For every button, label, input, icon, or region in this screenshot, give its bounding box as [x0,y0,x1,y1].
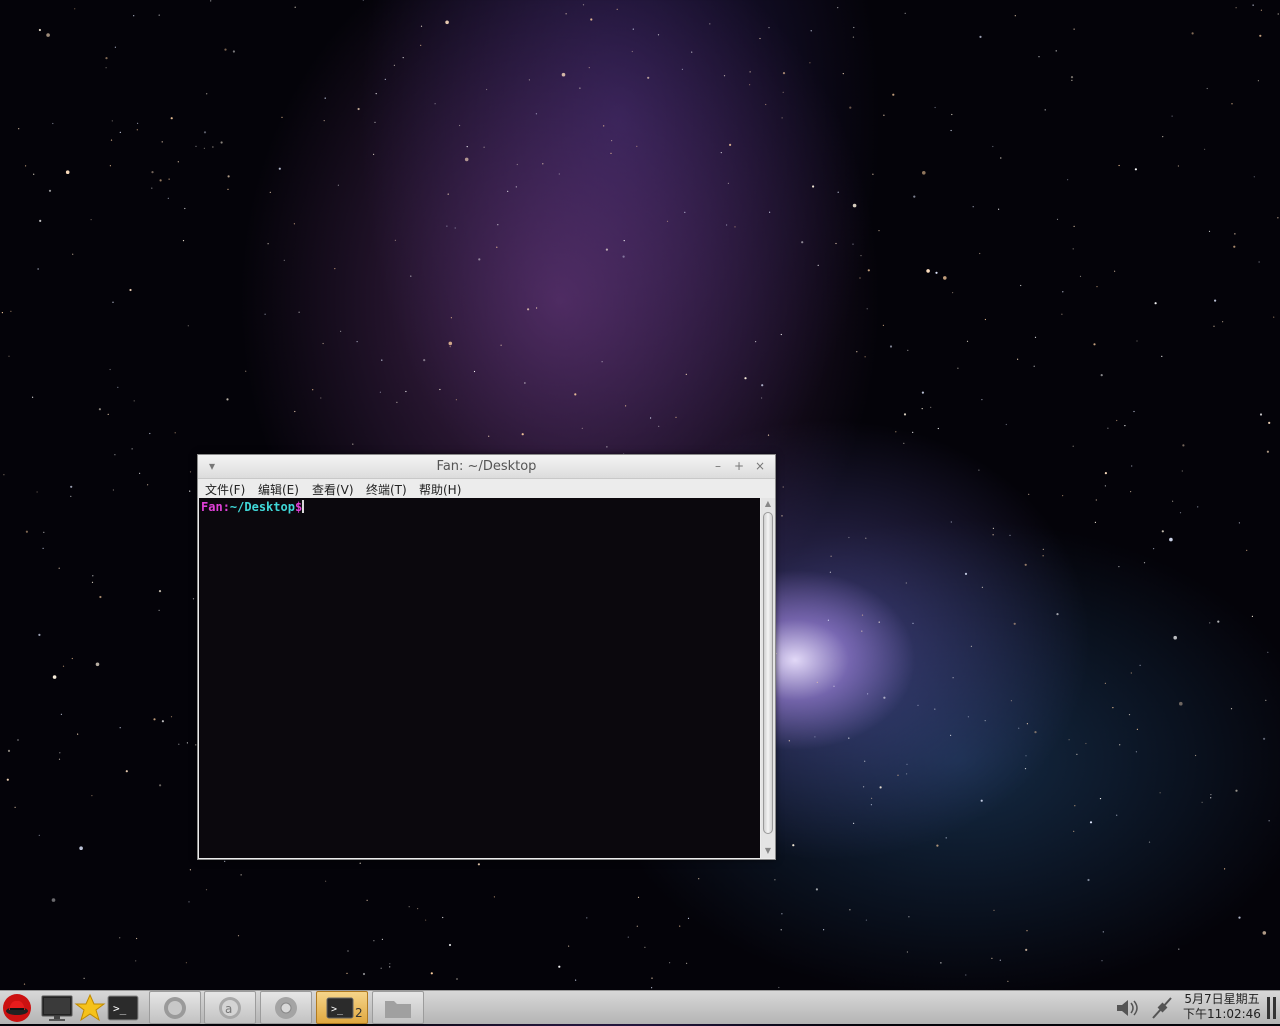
firefox-icon [164,997,186,1019]
favorites-star-icon[interactable] [74,993,106,1023]
terminal-scrollbar[interactable]: ▲ ▼ [761,498,775,858]
taskbar: >_ a >_ 2 5月7日星期五 下午11:02:46 [0,990,1280,1024]
close-button[interactable]: × [752,458,768,474]
scrollbar-thumb[interactable] [763,512,773,834]
menu-edit[interactable]: 编辑(E) [258,481,299,498]
clock[interactable]: 5月7日星期五 下午11:02:46 [1180,992,1264,1022]
software-center-icon: a [219,997,241,1019]
network-icon[interactable] [1148,993,1176,1023]
scroll-up-icon[interactable]: ▲ [761,499,775,509]
task-terminal[interactable]: >_ 2 [316,991,368,1024]
clock-date: 5月7日星期五 [1184,992,1260,1006]
terminal-window[interactable]: ▾ Fan: ~/Desktop – + × 文件(F) 编辑(E) 查看(V)… [197,454,776,860]
menu-file[interactable]: 文件(F) [205,481,245,498]
text-cursor [302,500,305,513]
menu-terminal[interactable]: 终端(T) [366,481,407,498]
terminal-launcher-icon[interactable]: >_ [106,993,140,1023]
prompt-path: ~/Desktop [229,500,295,514]
show-desktop-icon[interactable] [40,993,76,1023]
prompt-separator: : [222,500,230,514]
task-chrome[interactable] [260,991,312,1024]
maximize-button[interactable]: + [731,458,747,474]
redhat-menu-icon[interactable] [1,993,33,1023]
svg-text:>_: >_ [331,1004,344,1015]
task-count-badge: 2 [355,1006,363,1020]
scroll-down-icon[interactable]: ▼ [761,846,775,856]
terminal-titlebar[interactable]: ▾ Fan: ~/Desktop – + × [198,455,775,479]
task-file-manager[interactable] [372,991,424,1024]
svg-text:>_: >_ [113,1002,127,1015]
task-firefox[interactable] [149,991,201,1024]
prompt-symbol: $ [294,500,303,514]
task-software-center[interactable]: a [204,991,256,1024]
clock-time: 下午11:02:46 [1183,1007,1261,1021]
terminal-output[interactable]: Fan:~/Desktop$ [199,498,760,858]
chrome-icon [275,997,297,1019]
volume-icon[interactable] [1112,993,1140,1023]
window-list-icon[interactable] [1264,993,1280,1023]
shell-prompt: Fan:~/Desktop$ [201,500,305,514]
window-title: Fan: ~/Desktop [436,459,537,474]
file-manager-icon [385,1001,411,1018]
svg-text:a: a [225,1002,232,1016]
menu-help[interactable]: 帮助(H) [419,481,461,498]
menubar: 文件(F) 编辑(E) 查看(V) 终端(T) 帮助(H) [198,479,775,498]
prompt-user: Fan [201,500,223,514]
minimize-button[interactable]: – [710,458,726,474]
menu-view[interactable]: 查看(V) [312,481,354,498]
